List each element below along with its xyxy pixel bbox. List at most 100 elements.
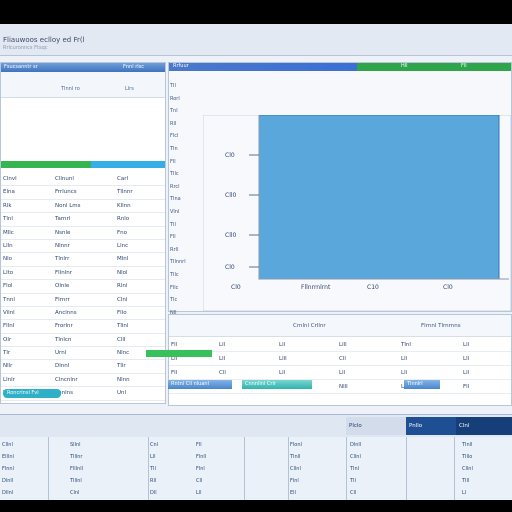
chart-side-item[interactable]: Rorl — [169, 94, 203, 107]
chart-side-item[interactable]: Tllc — [169, 270, 203, 283]
y-tick-label: Cl0 — [225, 152, 235, 159]
chart-panel: Rrfuur Hll Fll Tll Rorl Tnl Rll Flcl Tln Fll Tl… — [168, 62, 512, 316]
left-row[interactable]: Elna Frrluncs Tllnnr — [1, 186, 165, 200]
grid-divider — [406, 437, 407, 500]
left-row-cell: Nsnle — [55, 229, 71, 236]
x-tick-label: Fllnrrnlrnt — [301, 284, 331, 291]
chart-side-item[interactable]: Tln — [169, 144, 203, 157]
left-row-cell: Rnlo — [117, 216, 130, 223]
chart-side-item-label: Tllc — [170, 271, 179, 278]
bottom-header-cell-2[interactable]: Pnllo — [406, 417, 456, 435]
bottom-grid-cell: Cllnl — [462, 466, 473, 472]
left-row[interactable]: Flol Olnle Rlnl — [1, 280, 165, 294]
left-row-cell: Flol — [3, 283, 13, 290]
chart-side-item[interactable]: Fll — [169, 157, 203, 170]
chart-tab-2[interactable]: Hll — [401, 63, 408, 69]
left-row-list: Clnvl Cllnunl Carl Elna Frrluncs Tllnnr Rlk Non… — [1, 173, 165, 401]
left-row-cell: Tarnrl — [55, 216, 71, 223]
summary-header-2: Flrnnl Tlrnrnns — [421, 323, 461, 329]
left-row-cell: Frrluncs — [55, 189, 77, 196]
chart-tab-1[interactable]: Rrfuur — [173, 63, 189, 69]
grid-divider — [48, 437, 49, 500]
left-row[interactable]: Nllr Dlnnl Tllr — [1, 360, 165, 374]
left-row[interactable]: Olr Tlnlcn Clll — [1, 334, 165, 348]
status-strip-1[interactable]: Rntnl Cll nluanl — [168, 380, 232, 389]
bottom-grid-row[interactable]: Elllnl Tlllnr Lll Flnll Tlnll Cllnl Tlllo — [0, 453, 512, 462]
bottom-grid-cell: Tlllnl — [70, 478, 82, 484]
bottom-grid-row[interactable]: Dllnl Clnl Dll Lll Ell Cll Ll — [0, 489, 512, 498]
chart-side-item[interactable]: Tlna — [169, 194, 203, 207]
chart-side-item[interactable]: Tll — [169, 220, 203, 233]
chart-side-item[interactable]: Vlnl — [169, 207, 203, 220]
chart-side-item-label: Fll — [170, 158, 176, 165]
left-row-cell: Llnlr — [3, 376, 15, 383]
left-row[interactable]: Rlk Nonl Lms Kllnn — [1, 200, 165, 214]
summary-cell: Lll — [219, 342, 226, 348]
left-header-label-2: Fnnl rlsc — [123, 64, 144, 70]
chart-side-item[interactable]: Fll — [169, 232, 203, 245]
left-row[interactable]: Mllc Nsnle Fno — [1, 227, 165, 240]
y-tick-label: Cll0 — [225, 232, 237, 239]
left-row-cell: Tlr — [3, 350, 11, 357]
summary-row[interactable]: Fll Cll Lll Lll Lll Lll — [169, 367, 511, 380]
bottom-grid-row[interactable]: Cllnl Sllnl Cnl Fll Flonl Dlnll Tlnll — [0, 441, 512, 450]
chart-side-item[interactable]: Tnl — [169, 106, 203, 119]
summary-cell: Lll — [463, 342, 470, 348]
summary-selected-cell[interactable] — [146, 350, 212, 357]
left-row-cell: Rlnl — [117, 283, 128, 290]
bottom-grid-cell: Cllnl — [350, 454, 361, 460]
left-panel-pill-button[interactable]: Roncrinsl Fvl — [3, 389, 61, 398]
status-strip-3[interactable]: Tlnnlrl — [404, 380, 440, 389]
left-row[interactable]: Tlr Urnl Nlnc — [1, 347, 165, 361]
left-row-cell: Clnvl — [3, 176, 17, 182]
bottom-grid-cell: Flnl — [290, 478, 299, 484]
chart-side-item[interactable]: Rrll — [169, 245, 203, 258]
left-row[interactable]: Clnvl Cllnunl Carl — [1, 173, 165, 187]
chart-side-item-label: Rrll — [170, 246, 179, 253]
bottom-header-cell-3[interactable]: Clnl — [456, 417, 512, 435]
chart-side-item[interactable]: Fllc — [169, 283, 203, 296]
bottom-grid-cell: Tlll — [462, 478, 470, 484]
left-row[interactable]: Tlnl Tarnrl Rnlo — [1, 213, 165, 227]
chart-side-item[interactable]: Tlc — [169, 295, 203, 308]
summary-row[interactable]: Fll Lll Lll Llll Tlnl Lll — [169, 339, 511, 352]
x-tick-label: C10 — [367, 284, 379, 291]
chart-side-item[interactable]: Rrcl — [169, 182, 203, 195]
chart-side-item[interactable]: Tll — [169, 81, 203, 94]
bottom-grid-row[interactable]: Flnnl Flllnll Tll Flnl Cllnl Tlnl Cllnl — [0, 465, 512, 474]
y-tick-label: Cll0 — [225, 192, 237, 199]
left-row-cell: Kllnn — [117, 202, 131, 209]
left-row-cell: Llto — [3, 269, 14, 276]
left-row-cell: Anclnns — [55, 309, 77, 316]
chart-side-item-label: Tnl — [170, 108, 178, 115]
chart-side-item-label: Rll — [170, 120, 177, 127]
left-row-cell: Mlnl — [117, 256, 129, 263]
left-row[interactable]: Llto Fllnlnr Nlol — [1, 267, 165, 281]
chart-side-item[interactable]: Rll — [169, 119, 203, 132]
chart-side-item-label: Fllc — [170, 284, 179, 291]
left-row-cell: Nlol — [117, 269, 128, 276]
chart-side-list: Tll Rorl Tnl Rll Flcl Tln Fll Tllc Rrcl Tlna Vlnl T… — [169, 81, 203, 320]
bottom-grid-cell: Cnl — [150, 442, 159, 448]
left-row-cell: Nlnnr — [55, 242, 70, 249]
bottom-grid-row[interactable]: Dlnll Tlllnl Rll Cll Flnl Tll Tlll — [0, 477, 512, 486]
left-row-cell: Unl — [117, 390, 127, 397]
bottom-grid-cell: Elllnl — [2, 454, 14, 460]
left-row[interactable]: Fllnl Frorlnr Tllnl — [1, 320, 165, 334]
bottom-grid-cell: Dllnl — [2, 490, 14, 496]
left-row[interactable]: Vilnl Anclnns Fllo — [1, 307, 165, 321]
bottom-grid-cell: Flnl — [196, 466, 205, 472]
left-row[interactable]: Llln Nlnnr Llnc — [1, 240, 165, 254]
chart-side-item[interactable]: Tllc — [169, 169, 203, 182]
bottom-grid-cell: Flnll — [196, 454, 207, 460]
chart-side-item[interactable]: Flcl — [169, 131, 203, 144]
left-row[interactable]: Tnnl Flrnrr Clnl — [1, 294, 165, 307]
left-selection-bar[interactable] — [1, 161, 165, 168]
bottom-header-cell-1[interactable]: Plclo — [346, 417, 406, 435]
summary-row[interactable]: Lll Lll Llll Cll Lll Lll — [169, 353, 511, 366]
chart-side-item[interactable]: Tllnnrl — [169, 257, 203, 270]
status-strip-2[interactable]: Cnnnllnl Crlr — [242, 380, 312, 389]
left-row[interactable]: Llnlr Clncnlnr Nlnn — [1, 374, 165, 388]
chart-tab-3[interactable]: Fll — [461, 63, 467, 69]
left-row[interactable]: Nlo Tlnlrr Mlnl — [1, 253, 165, 267]
